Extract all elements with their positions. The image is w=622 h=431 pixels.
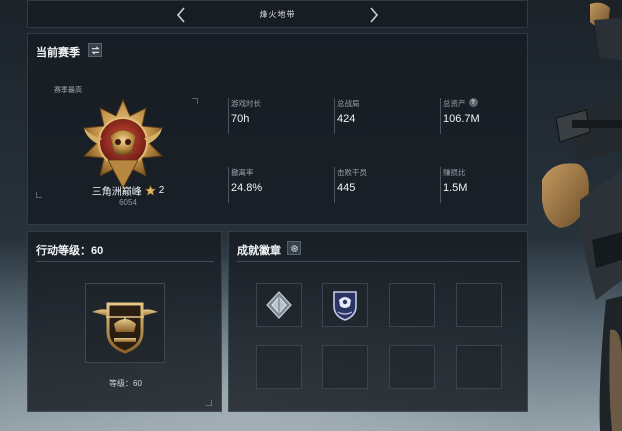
mode-title: 烽火地带: [259, 10, 296, 19]
gear-icon: [290, 244, 298, 252]
rank-name: 三角洲巅峰: [91, 186, 142, 198]
stat-label: 撤离率: [231, 168, 254, 177]
badge-slot-8[interactable]: [456, 345, 502, 389]
swap-icon: [90, 46, 100, 54]
badge-slot-1[interactable]: [256, 283, 302, 327]
operator-character-image: [542, 0, 622, 431]
stat-label: 总战局: [337, 99, 360, 108]
stat-divider: [334, 167, 335, 203]
badge-slot-3[interactable]: [389, 283, 435, 327]
stat-divider: [228, 98, 229, 134]
stat-value: 106.7M: [443, 113, 480, 125]
stat-divider: [334, 98, 335, 134]
diamond-badge-icon: [266, 291, 292, 319]
badge-settings-button[interactable]: [287, 241, 301, 255]
achievement-badges-panel: 成就徽章: [228, 231, 528, 412]
stat-value: 424: [337, 113, 356, 125]
rank-star-count: 2: [158, 184, 165, 196]
next-mode-button[interactable]: [364, 5, 384, 25]
stat-divider: [228, 167, 229, 203]
stat-profit-loss-ratio: 赚损比 1.5M: [440, 167, 540, 207]
stat-label-text: 总资产: [443, 99, 466, 108]
badge-slot-6[interactable]: [322, 345, 368, 389]
stat-divider: [440, 98, 441, 134]
level-emblem-frame: [85, 283, 165, 363]
badge-slot-4[interactable]: [456, 283, 502, 327]
stat-label: 赚损比: [443, 168, 466, 177]
season-switch-button[interactable]: [88, 43, 102, 57]
badge-slot-5[interactable]: [256, 345, 302, 389]
stat-total-matches: 总战局 424: [334, 98, 434, 138]
frame-corner: [192, 98, 198, 104]
badges-title: 成就徽章: [237, 245, 281, 257]
stat-play-time: 游戏时长 70h: [228, 98, 328, 138]
stat-value: 1.5M: [443, 182, 468, 194]
title-divider: [36, 261, 214, 262]
chevron-right-icon: [370, 7, 379, 23]
season-title: 当前赛季: [36, 47, 80, 59]
star-icon: [144, 184, 156, 196]
stat-extraction-rate: 撤离率 24.8%: [228, 167, 328, 207]
stat-divider: [440, 167, 441, 203]
frame-corner: [206, 400, 212, 406]
stat-value: 445: [337, 182, 356, 194]
rank-score: 6054: [119, 198, 137, 207]
rank-name-row: 三角洲巅峰 2: [68, 183, 188, 198]
level-label: 等级：60: [109, 379, 142, 388]
badge-slot-2[interactable]: [322, 283, 368, 327]
stat-operators-defeated: 击败干员 445: [334, 167, 434, 207]
help-icon[interactable]: ?: [468, 98, 478, 107]
stat-total-assets: 总资产? 106.7M: [440, 98, 540, 138]
stat-label-with-help: 总资产?: [443, 98, 478, 109]
frame-corner: [36, 192, 42, 198]
action-level-panel: 行动等级：60 等级：60: [27, 231, 222, 412]
stat-label: 游戏时长: [231, 99, 261, 108]
season-high-label: 赛季最高: [54, 87, 82, 94]
mode-switcher-bar: 烽火地带: [27, 0, 528, 28]
current-season-panel: 当前赛季 赛季最高 三角洲巅峰 2 6054 游戏时长 70h 总战局 424 …: [27, 33, 528, 225]
title-divider: [237, 261, 520, 262]
action-level-title: 行动等级：60: [36, 245, 104, 257]
stat-value: 70h: [231, 113, 250, 125]
stat-value: 24.8%: [231, 182, 263, 194]
helicopter-emblem-icon: [92, 302, 158, 354]
badge-slot-7[interactable]: [389, 345, 435, 389]
shield-badge-icon: [333, 291, 357, 321]
stat-label: 击败干员: [337, 168, 367, 177]
